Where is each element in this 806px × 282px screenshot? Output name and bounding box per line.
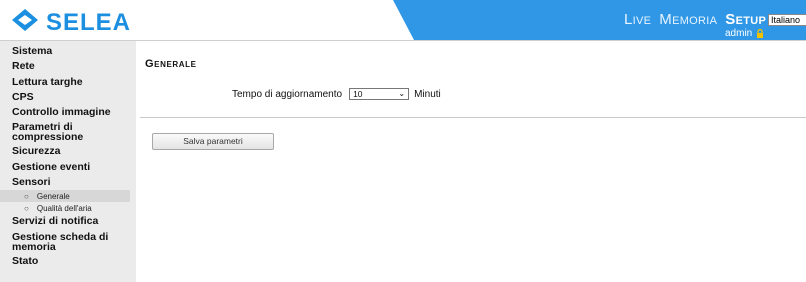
sidebar-item-sicurezza[interactable]: Sicurezza xyxy=(0,144,136,159)
sidebar-item-stato[interactable]: Stato xyxy=(0,254,136,269)
update-time-select[interactable]: 10 ⌄ xyxy=(349,88,410,100)
sidebar-item-gestione-eventi[interactable]: Gestione eventi xyxy=(0,160,136,175)
update-time-label: Tempo di aggiornamento xyxy=(232,88,343,100)
logo-text: SELEA xyxy=(46,8,132,36)
save-button[interactable]: Salva parametri xyxy=(152,133,274,150)
update-time-row: Tempo di aggiornamento 10 ⌄ Minuti xyxy=(232,88,441,100)
bullet-icon: ○ xyxy=(24,191,29,201)
nav-live[interactable]: Live xyxy=(624,11,651,28)
selea-logo[interactable]: SELEA xyxy=(10,8,131,37)
sidebar-subitem-label: Generale xyxy=(36,191,70,201)
sidebar-item-controllo-immagine[interactable]: Controllo immagine xyxy=(0,105,136,120)
page-title: Generale xyxy=(145,58,197,70)
header: SELEA Live Memoria Setup Italiano admin xyxy=(0,0,806,40)
update-time-unit: Minuti xyxy=(414,88,441,100)
sidebar-item-sensori[interactable]: Sensori xyxy=(0,175,136,190)
user-info: admin xyxy=(725,28,764,39)
selea-logo-icon xyxy=(10,8,40,37)
bullet-icon: ○ xyxy=(24,203,29,213)
language-select[interactable]: Italiano xyxy=(768,14,806,26)
username: admin xyxy=(725,28,753,39)
sidebar-item-lettura-targhe[interactable]: Lettura targhe xyxy=(0,75,136,90)
update-time-value: 10 xyxy=(353,89,363,99)
top-nav: Live Memoria Setup xyxy=(624,11,766,28)
sidebar-item-parametri-compressione[interactable]: Parametri di compressione xyxy=(0,120,110,144)
sidebar-subitem-label: Qualità dell'aria xyxy=(36,203,92,213)
sidebar: Sistema Rete Lettura targhe CPS Controll… xyxy=(0,41,136,282)
sidebar-item-cps[interactable]: CPS xyxy=(0,90,136,105)
sidebar-item-gestione-scheda-memoria[interactable]: Gestione scheda di memoria xyxy=(0,230,110,254)
language-value: Italiano xyxy=(771,15,801,25)
nav-setup[interactable]: Setup xyxy=(725,11,766,28)
sidebar-item-servizi-notifica[interactable]: Servizi di notifica xyxy=(0,214,136,229)
sidebar-subitem-generale[interactable]: ○ Generale xyxy=(0,190,130,203)
section-divider xyxy=(140,117,806,118)
sidebar-item-sistema[interactable]: Sistema xyxy=(0,44,136,59)
sidebar-item-rete[interactable]: Rete xyxy=(0,59,136,74)
nav-memoria[interactable]: Memoria xyxy=(659,11,717,28)
sidebar-subitem-qualita-aria[interactable]: ○ Qualità dell'aria xyxy=(0,202,136,214)
lock-icon[interactable] xyxy=(756,29,764,38)
chevron-down-icon: ⌄ xyxy=(398,89,406,98)
